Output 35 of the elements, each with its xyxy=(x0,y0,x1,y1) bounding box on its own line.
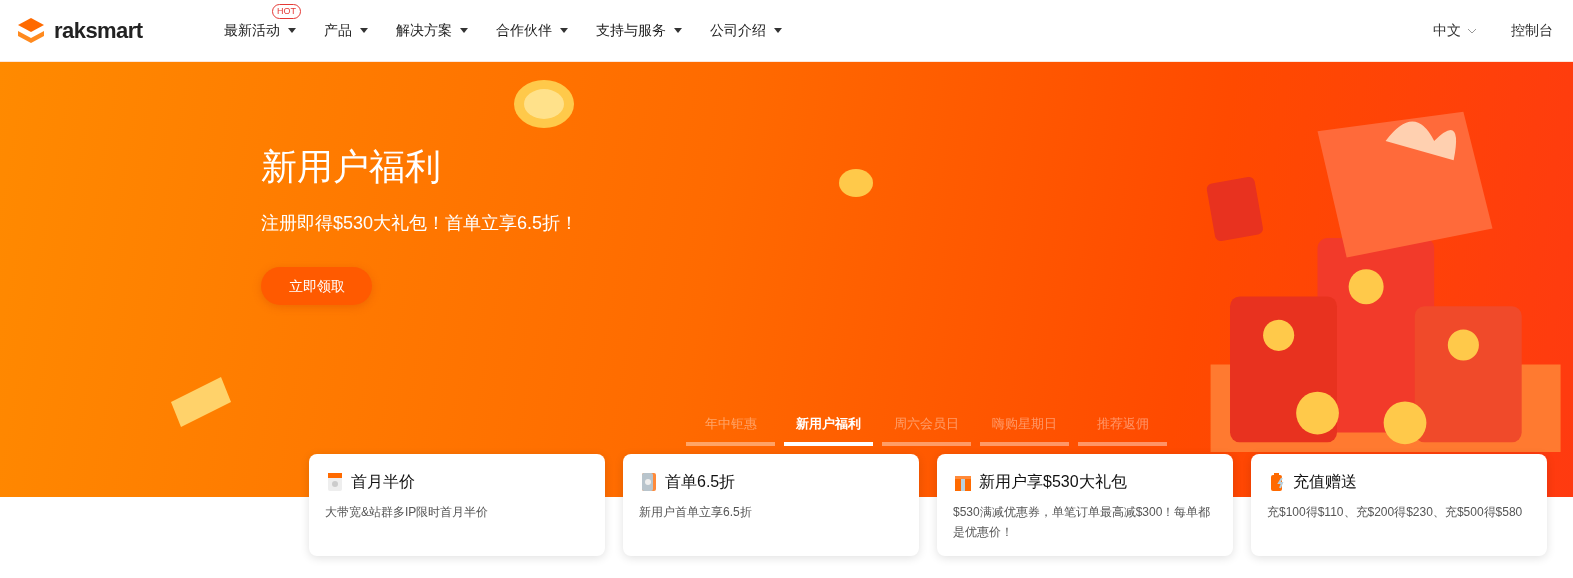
nav-menu-item[interactable]: 解决方案 xyxy=(396,20,468,41)
nav-menu-item[interactable]: 产品 xyxy=(324,20,368,41)
hero-title: 新用户福利 xyxy=(261,145,441,189)
caret-icon xyxy=(560,28,568,33)
nav-menu-item[interactable]: 合作伙伴 xyxy=(496,20,568,41)
card-title: 首单6.5折 xyxy=(665,472,736,492)
console-link[interactable]: 控制台 xyxy=(1511,20,1553,41)
logo-icon[interactable] xyxy=(16,15,46,46)
nav-menu-item[interactable]: 支持与服务 xyxy=(596,20,682,41)
promo-card[interactable]: 首月半价 大带宽&站群多IP限时首月半价 xyxy=(309,454,605,556)
promo-card[interactable]: 首单6.5折 新用户首单立享6.5折 xyxy=(623,454,919,556)
card-title: 新用户享$530大礼包 xyxy=(979,472,1127,492)
caret-icon xyxy=(360,28,368,33)
hot-badge: HOT xyxy=(272,4,301,19)
logo-text[interactable]: raksmart xyxy=(54,14,204,47)
card-title: 充值赠送 xyxy=(1293,472,1357,492)
hero-subtitle: 注册即得$530大礼包！首单立享6.5折！ xyxy=(261,212,579,235)
promo-card[interactable]: 新用户享$530大礼包 $530满减优惠券，单笔订单最高减$300！每单都是优惠价！ xyxy=(937,454,1233,556)
caret-icon xyxy=(460,28,468,33)
nav-menu-item[interactable]: 公司介绍 xyxy=(710,20,782,41)
card-description: 充$100得$110、充$200得$230、充$500得$580 xyxy=(1267,504,1524,521)
card-description: $530满减优惠券，单笔订单最高减$300！每单都是优惠价！ xyxy=(953,504,1212,541)
card-title: 首月半价 xyxy=(351,472,415,492)
chevron-down-icon xyxy=(1467,27,1477,34)
card-description: 新用户首单立享6.5折 xyxy=(639,504,753,521)
coupon-icon xyxy=(639,472,659,492)
caret-icon xyxy=(288,28,296,33)
caret-icon xyxy=(774,28,782,33)
calendar-icon xyxy=(325,472,345,492)
language-dropdown[interactable]: 中文 xyxy=(1433,20,1477,41)
caret-icon xyxy=(674,28,682,33)
coin-icon xyxy=(836,166,876,200)
nav-menu-item[interactable]: 最新活动 xyxy=(224,20,296,41)
promo-card[interactable]: 充值赠送 充$100得$110、充$200得$230、充$500得$580 xyxy=(1251,454,1547,556)
card-description: 大带宽&站群多IP限时首月半价 xyxy=(325,504,490,521)
